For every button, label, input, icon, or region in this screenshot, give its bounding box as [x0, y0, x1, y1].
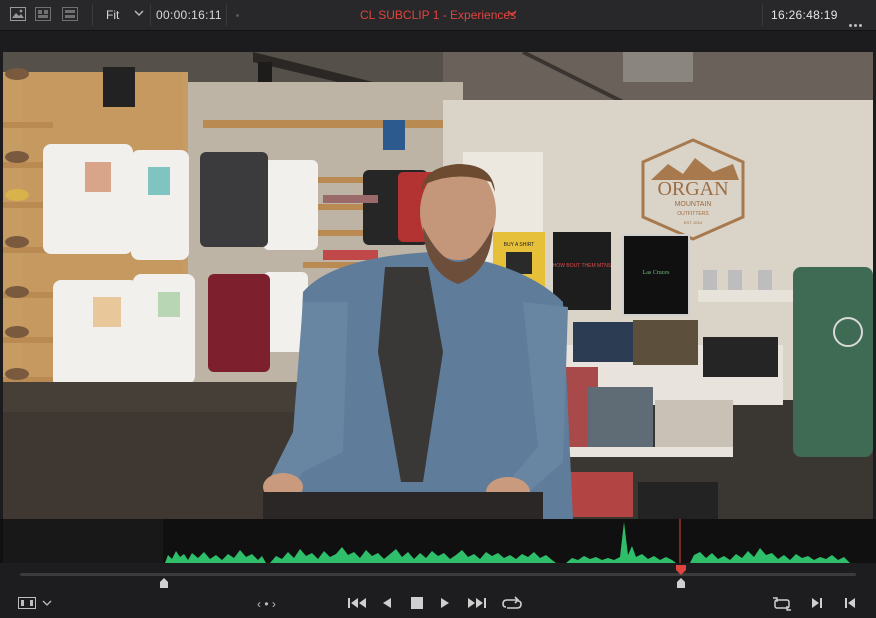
playhead[interactable] — [676, 565, 686, 575]
chevron-down-icon[interactable] — [507, 9, 517, 17]
separator — [226, 4, 227, 26]
previous-clip-icon[interactable] — [347, 596, 367, 610]
viewer-options-icon[interactable] — [18, 596, 54, 610]
chevron-down-icon[interactable] — [134, 9, 144, 17]
out-point-marker[interactable] — [677, 578, 685, 588]
poster-buy-shirt: BUY A SHIRT — [504, 242, 535, 248]
status-dot — [236, 14, 239, 17]
store-logo-small: OUTFITTERS — [677, 211, 709, 217]
clip-name-dropdown[interactable]: CL SUBCLIP 1 - Experiences — [360, 8, 516, 22]
go-to-out-icon[interactable] — [810, 596, 824, 610]
clip-view-icon[interactable] — [62, 7, 78, 21]
store-logo-text: ORGAN — [657, 178, 728, 200]
image-viewer-icon[interactable] — [10, 7, 26, 21]
more-options-icon[interactable] — [849, 14, 864, 32]
video-frame: ORGAN MOUNTAIN OUTFITTERS EST. 2014 BUY … — [3, 52, 873, 519]
split-view-icon[interactable] — [35, 7, 51, 21]
play-reverse-icon[interactable] — [381, 596, 393, 610]
zoom-fit-dropdown[interactable]: Fit — [106, 8, 119, 22]
poster-mtns: HOW BOUT THEM MTNS — [553, 263, 612, 269]
video-viewer[interactable]: ORGAN MOUNTAIN OUTFITTERS EST. 2014 BUY … — [3, 52, 873, 519]
separator — [92, 4, 93, 26]
loop-icon[interactable] — [502, 596, 522, 612]
separator — [150, 4, 151, 26]
play-icon[interactable] — [439, 596, 451, 610]
waveform-peaks — [165, 522, 850, 563]
go-to-in-icon[interactable] — [843, 596, 857, 610]
transport-bar — [0, 589, 876, 618]
audio-waveform — [165, 519, 850, 563]
scrubber-track[interactable] — [20, 573, 856, 576]
match-frame-icon[interactable] — [772, 596, 792, 612]
record-timecode: 16:26:48:19 — [771, 8, 838, 22]
store-logo-est: EST. 2014 — [684, 220, 703, 225]
scrubber-area[interactable] — [0, 563, 876, 589]
stop-icon[interactable] — [410, 596, 424, 610]
source-timecode: 00:00:16:11 — [156, 8, 222, 22]
poster-las-cruces: Las Cruces — [643, 270, 670, 276]
in-point-marker[interactable] — [160, 578, 168, 588]
separator — [762, 4, 763, 26]
next-clip-icon[interactable] — [467, 596, 487, 610]
store-logo-subtext: MOUNTAIN — [675, 201, 712, 208]
jog-control[interactable]: ‹ • › — [257, 597, 276, 611]
